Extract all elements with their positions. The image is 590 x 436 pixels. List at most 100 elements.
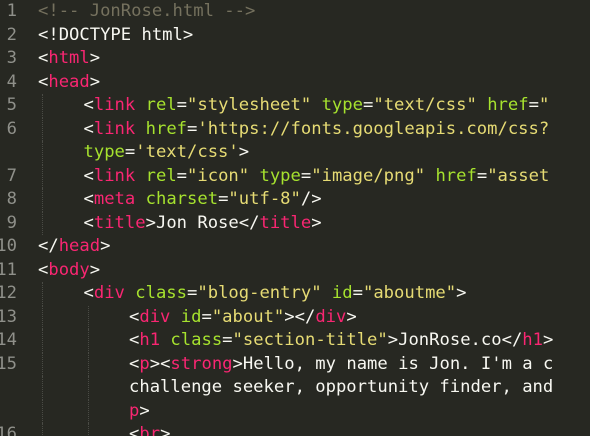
code-line[interactable]: type='text/css'>	[84, 141, 250, 165]
indent-guide	[42, 376, 43, 400]
code-line[interactable]: <p><strong>Hello, my name is Jon. I'm a …	[129, 353, 553, 377]
token-str: 'https://fonts.googleapis.com/css?	[197, 118, 550, 139]
code-line[interactable]: <link rel="icon" type="image/png" href="…	[84, 165, 550, 189]
token-punct	[477, 95, 487, 115]
indent-guide	[42, 282, 43, 306]
token-punct	[135, 166, 145, 186]
code-line[interactable]: p>	[129, 400, 150, 424]
token-punct: <	[83, 118, 94, 139]
token-punct: =	[176, 165, 188, 186]
code-line[interactable]: <!DOCTYPE html>	[38, 24, 193, 48]
token-tag: link	[93, 165, 136, 186]
indent-guide	[42, 352, 43, 376]
token-punct: <	[83, 95, 94, 115]
token-tag: div	[139, 306, 171, 327]
token-tag: meta	[93, 189, 136, 209]
token-tag: link	[93, 118, 136, 139]
code-line[interactable]: challenge seeker, opportunity finder, an…	[129, 376, 553, 400]
token-punct	[322, 283, 332, 303]
indent-guide	[87, 305, 89, 329]
token-attr: charset	[145, 189, 219, 209]
indent-guide	[42, 305, 43, 329]
line-number: 10	[0, 236, 17, 256]
code-line[interactable]: <title>Jon Rose</title>	[84, 212, 322, 236]
token-punct	[135, 119, 145, 139]
token-punct: ><	[149, 353, 171, 374]
indent-guide	[42, 141, 43, 165]
code-line[interactable]: <html>	[38, 47, 100, 71]
token-attr: href	[435, 165, 477, 186]
token-punct	[135, 95, 145, 115]
line-number: 2	[6, 24, 17, 45]
token-attr: id	[331, 283, 353, 303]
token-attr: rel	[145, 95, 177, 115]
code-line[interactable]: <h1 class="section-title">JonRose.co</h1…	[129, 329, 553, 353]
token-comment: <!-- JonRose.html -->	[38, 1, 256, 21]
token-punct: </	[238, 212, 260, 233]
token-punct: =	[124, 142, 136, 162]
token-tag: p	[129, 400, 140, 421]
indent-guide	[42, 94, 43, 118]
code-line[interactable]: <div class="blog-entry" id="aboutme">	[84, 282, 467, 306]
token-punct	[249, 166, 259, 186]
line-number: 6	[6, 118, 17, 139]
token-tag: link	[93, 95, 136, 115]
token-punct: >	[89, 259, 101, 280]
code-line[interactable]: <div id="about"></div>	[129, 306, 357, 330]
indent-guide	[87, 376, 89, 400]
token-text: JonRose.co	[398, 330, 502, 350]
token-tag: head	[48, 71, 90, 92]
token-punct: <	[129, 424, 140, 436]
token-attr: type	[321, 95, 363, 115]
token-punct: <	[83, 283, 94, 303]
indent-guide	[87, 352, 89, 376]
token-str: "	[538, 95, 550, 115]
code-line[interactable]: <!-- JonRose.html -->	[38, 0, 255, 24]
token-tag: br	[139, 424, 161, 436]
token-str: "blog-entry"	[197, 283, 322, 303]
token-punct: =	[218, 189, 229, 209]
token-punct: >	[238, 142, 250, 162]
token-punct	[135, 189, 145, 209]
code-line[interactable]: <head>	[38, 71, 100, 95]
token-punct: <	[129, 330, 140, 350]
token-punct: <	[38, 259, 49, 280]
token-attr: type	[259, 165, 301, 186]
token-punct: >	[160, 424, 171, 436]
token-attr: class	[170, 330, 223, 350]
line-number: 13	[0, 306, 17, 327]
token-punct: ></	[284, 306, 316, 327]
code-line[interactable]: <link rel="stylesheet" type="text/css" h…	[84, 94, 550, 118]
code-line[interactable]: <meta charset="utf-8"/>	[84, 188, 322, 212]
token-punct: <	[129, 353, 140, 374]
code-area[interactable]: <!-- JonRose.html --> <!DOCTYPE html> <htm…	[38, 0, 590, 436]
token-tag: title	[259, 212, 312, 233]
line-number: 7	[6, 165, 17, 186]
code-line[interactable]: <link href='https://fonts.googleapis.com…	[84, 118, 550, 142]
token-punct: >	[89, 48, 101, 68]
line-number: 1	[6, 1, 17, 21]
token-attr: href	[145, 118, 188, 139]
token-punct: <	[83, 165, 94, 186]
code-line[interactable]: </head>	[38, 235, 110, 259]
code-line[interactable]: <br>	[129, 423, 170, 436]
token-tag: p	[139, 353, 150, 374]
token-punct: <	[38, 71, 49, 92]
token-punct: </	[38, 236, 59, 256]
token-str: "stylesheet"	[187, 95, 312, 115]
code-line[interactable]: <body>	[38, 259, 100, 283]
token-str: "section-title"	[232, 330, 388, 350]
line-number: 15	[0, 353, 17, 374]
line-number: 14	[0, 330, 17, 350]
token-tag: div	[315, 306, 347, 327]
code-editor[interactable]: 1 2 3 4 5 6 7 8 9 10 11 12 13 14 15 16 <!-- JonRose.htm…	[0, 0, 590, 436]
line-number: 9	[6, 212, 17, 233]
token-punct: >	[139, 400, 150, 421]
token-punct: =	[201, 306, 212, 327]
line-number: 5	[6, 95, 17, 115]
token-punct: >	[387, 330, 399, 350]
indent-guide	[42, 188, 43, 212]
indent-guide	[87, 399, 89, 423]
token-text: challenge seeker, opportunity finder, an…	[129, 377, 554, 397]
token-punct: >	[543, 330, 554, 350]
